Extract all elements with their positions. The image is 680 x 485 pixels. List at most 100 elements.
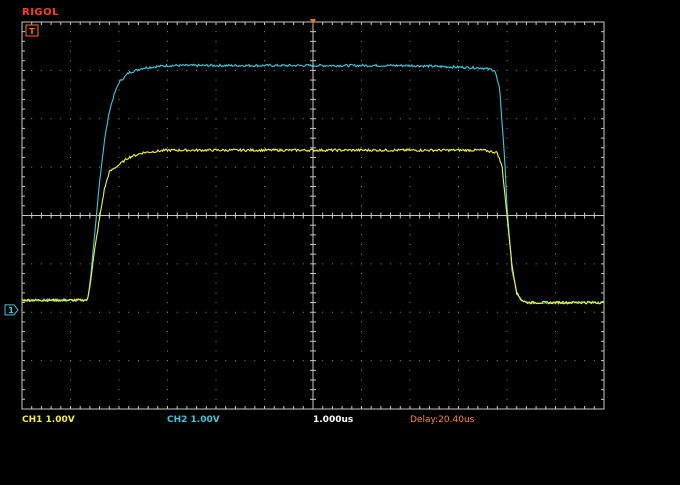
grid-dot [118,176,120,178]
grid-dot [361,79,362,81]
grid-dot [215,350,217,352]
grid-dot [448,166,450,168]
grid-dot [70,176,71,178]
grid-dot [574,118,576,120]
grid-dot [234,360,236,362]
grid-dot [361,398,362,400]
grid-dot [467,311,469,313]
grid-dot [496,118,498,120]
grid-dot [234,69,236,71]
grid-dot [361,379,362,381]
grid-dot [264,98,265,100]
grid-dot [458,31,459,33]
grid-dot [70,292,71,294]
grid-dot [264,50,265,52]
grid-dot [409,311,411,313]
grid-dot [264,137,265,139]
grid-dot [70,147,71,149]
grid-dot [234,311,236,313]
grid-dot [496,69,498,71]
grid-dot [50,311,52,313]
grid-dot [273,311,275,313]
grid-dot [264,311,265,313]
grid-dot [167,224,168,226]
grid-dot [302,118,304,120]
grid-dot [380,360,382,362]
grid-dot [545,166,547,168]
grid-dot [331,118,333,120]
grid-dot [361,311,362,313]
grid-dot [283,166,285,168]
grid-dot [458,50,459,52]
grid-dot [361,340,362,342]
grid-dot [50,263,52,265]
grid-dot [341,311,343,313]
grid-dot [254,69,256,71]
grid-dot [555,224,556,226]
grid-dot [118,137,120,139]
grid-dot [118,195,120,197]
grid-dot [555,311,556,313]
grid-dot [409,331,411,333]
grid-dot [264,302,265,304]
grid-dot [584,263,586,265]
grid-dot [458,118,459,120]
grid-dot [361,147,362,149]
grid-dot [264,273,265,275]
grid-dot [70,224,71,226]
grid-dot [302,360,304,362]
grid-dot [70,398,71,400]
grid-dot [215,253,217,255]
grid-dot [458,156,459,158]
grid-dot [79,166,81,168]
grid-dot [390,360,392,362]
ch1-scale-readout: CH1 1.00V [22,415,75,425]
grid-dot [409,195,411,197]
grid-dot [351,263,353,265]
grid-dot [361,166,362,168]
grid-dot [574,166,576,168]
grid-dot [331,311,333,313]
grid-dot [525,69,527,71]
grid-dot [390,166,392,168]
grid-dot [137,360,139,362]
grid-dot [535,166,537,168]
grid-dot [128,69,130,71]
grid-dot [341,263,343,265]
grid-dot [496,263,498,265]
grid-dot [225,360,227,362]
grid-dot [50,360,52,362]
grid-dot [555,234,556,236]
grid-dot [215,282,217,284]
grid-dot [555,195,556,197]
grid-dot [215,379,217,381]
grid-dot [506,244,508,246]
ground-level-marker: 1 [4,304,19,316]
grid-dot [516,118,518,120]
grid-dot [70,127,71,129]
grid-dot [593,69,595,71]
grid-dot [108,118,110,120]
grid-dot [458,224,459,226]
grid-dot [458,60,459,62]
grid-dot [273,69,275,71]
grid-dot [438,311,440,313]
grid-dot [215,147,217,149]
grid-dot [264,282,265,284]
grid-dot [79,360,81,362]
grid-dot [361,224,362,226]
grid-dot [409,398,411,400]
grid-dot [70,331,71,333]
grid-dot [341,360,343,362]
grid-dot [516,263,518,265]
grid-dot [506,340,508,342]
grid-dot [448,360,450,362]
grid-dot [545,263,547,265]
grid-dot [555,331,556,333]
grid-dot [506,398,508,400]
grid-dot [506,69,508,71]
grid-dot [302,166,304,168]
grid-dot [167,244,168,246]
grid-dot [506,321,508,323]
grid-dot [196,360,198,362]
